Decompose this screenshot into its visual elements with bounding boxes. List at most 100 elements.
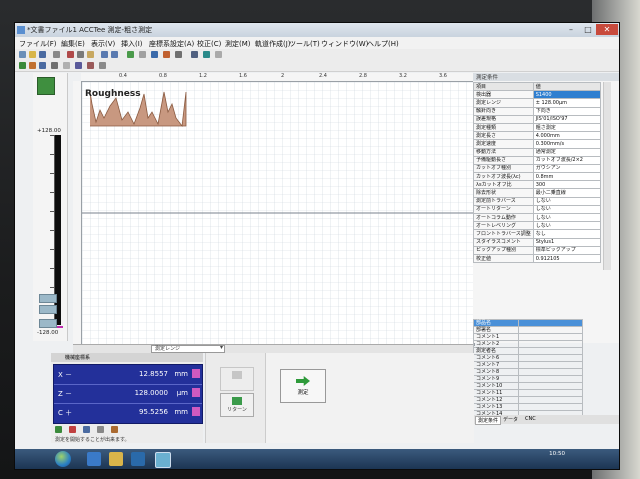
comment-value[interactable]	[518, 403, 583, 411]
tab-data[interactable]: データ	[503, 416, 518, 423]
comment-value[interactable]	[518, 333, 583, 341]
folder-icon[interactable]	[109, 452, 123, 466]
parameter-value[interactable]: カットオフ波長/2×2	[532, 155, 602, 165]
parameter-row[interactable]: 除去形状 最小二乗直線	[473, 188, 602, 198]
axis-marker[interactable]	[192, 369, 200, 378]
menu-view[interactable]: 表示(V)	[91, 39, 115, 49]
minimize-button[interactable]: –	[563, 24, 579, 35]
image-icon[interactable]	[203, 51, 210, 58]
menu-coordinate[interactable]: 座標系設定(A)	[149, 39, 194, 49]
parameter-row[interactable]: 測定速度 0.300mm/s	[473, 139, 602, 149]
comment-row[interactable]: コメント7	[473, 361, 583, 369]
menu-path[interactable]: 軌道作成(J)	[255, 39, 291, 49]
comment-row[interactable]: コメント1	[473, 333, 583, 341]
home-icon[interactable]	[111, 426, 118, 433]
parameter-value[interactable]: 300	[532, 180, 602, 190]
parameter-value[interactable]: 通常測定	[532, 147, 602, 157]
comment-value[interactable]	[518, 375, 583, 383]
select-icon[interactable]	[215, 51, 222, 58]
comment-row[interactable]: コメント6	[473, 354, 583, 362]
comment-row[interactable]: コメント11	[473, 389, 583, 397]
grid-icon[interactable]	[139, 51, 146, 58]
parameter-row[interactable]: スタイラスコメント Stylus1	[473, 237, 602, 247]
comment-row[interactable]: コメント8	[473, 368, 583, 376]
cut-icon[interactable]	[67, 51, 74, 58]
jog-icon[interactable]	[55, 426, 62, 433]
comment-row[interactable]: コメント12	[473, 396, 583, 404]
parameter-value[interactable]: ± 128.00μm	[532, 98, 602, 108]
parameter-value[interactable]: 0.8mm	[532, 172, 602, 182]
menu-insert[interactable]: 挿入(I)	[121, 39, 143, 49]
parameter-value[interactable]: 0.300mm/s	[532, 139, 602, 149]
parameter-value[interactable]: しない	[532, 221, 602, 231]
parameter-value[interactable]: 0.912105	[532, 253, 602, 264]
comment-value[interactable]	[518, 340, 583, 348]
comment-value[interactable]	[518, 396, 583, 404]
menu-edit[interactable]: 編集(E)	[61, 39, 85, 49]
menu-window[interactable]: ウィンドウ(W)	[321, 39, 368, 49]
measure-start-icon[interactable]	[19, 62, 26, 69]
parameter-row[interactable]: λsカットオフ比 300	[473, 180, 602, 190]
menu-calibration[interactable]: 校正(C)	[197, 39, 221, 49]
close-button[interactable]: ✕	[596, 24, 618, 35]
text-icon[interactable]	[191, 51, 198, 58]
parameter-row[interactable]: 測定レンジ ± 128.00μm	[473, 98, 602, 108]
column-icon[interactable]	[75, 62, 82, 69]
parameter-row[interactable]: 予備駆動長さ カットオフ波長/2×2	[473, 155, 602, 165]
measure-button[interactable]: 測定	[280, 369, 326, 403]
parameter-row[interactable]: 校正値 0.912105	[473, 253, 602, 264]
zoom-icon[interactable]	[127, 51, 134, 58]
parameter-scrollbar[interactable]	[603, 82, 611, 270]
disabled-button[interactable]	[220, 367, 254, 391]
parameter-row[interactable]: 測定前トラバース しない	[473, 196, 602, 206]
media-icon[interactable]	[131, 452, 145, 466]
level-icon[interactable]	[51, 62, 58, 69]
redo-icon[interactable]	[111, 51, 118, 58]
parameter-row[interactable]: オートリターン しない	[473, 204, 602, 215]
print-icon[interactable]	[53, 51, 60, 58]
menu-help[interactable]: ヘルプ(H)	[367, 39, 399, 49]
copy-icon[interactable]	[77, 51, 84, 58]
parameter-value[interactable]: S1400	[532, 90, 602, 100]
settings-icon[interactable]	[175, 51, 182, 58]
comment-value[interactable]	[518, 354, 583, 362]
parameter-value[interactable]: JIS'01/ISO'97	[532, 114, 602, 124]
open-folder-icon[interactable]	[29, 51, 36, 58]
speed-icon[interactable]	[97, 426, 104, 433]
comment-row[interactable]: コメント2	[473, 340, 583, 348]
parameter-value[interactable]: しない	[532, 204, 602, 215]
comment-row[interactable]: 測定者名	[473, 347, 583, 355]
maximize-button[interactable]: □	[580, 24, 596, 35]
meter-zoom-out-button[interactable]	[39, 305, 57, 314]
parameter-value[interactable]: 標準ピックアップ	[532, 245, 602, 255]
parameter-value[interactable]: しない	[532, 196, 602, 206]
parameter-row[interactable]: 誤差規格 JIS'01/ISO'97	[473, 114, 602, 124]
comment-value[interactable]	[518, 389, 583, 397]
origin-icon[interactable]	[83, 426, 90, 433]
comment-row[interactable]: コメント9	[473, 375, 583, 383]
return-button[interactable]: リターン	[220, 393, 254, 417]
parameter-row[interactable]: 移動方法 通常測定	[473, 147, 602, 157]
acctee-app-icon[interactable]	[155, 452, 171, 468]
roughness-graph[interactable]	[81, 81, 475, 346]
move-icon[interactable]	[39, 62, 46, 69]
table-icon[interactable]	[63, 62, 70, 69]
meter-zoom-in-button[interactable]	[39, 294, 57, 303]
tab-conditions[interactable]: 測定条件	[475, 416, 502, 425]
parameter-row[interactable]: カットオフ波長(λc) 0.8mm	[473, 172, 602, 182]
parameter-value[interactable]: Stylus1	[532, 237, 602, 247]
parameter-row[interactable]: オートレベリング しない	[473, 221, 602, 231]
browser-icon[interactable]	[87, 452, 101, 466]
axis-marker[interactable]	[192, 407, 200, 416]
parameter-row[interactable]: 触針向き 下向き	[473, 106, 602, 116]
parameter-value[interactable]: しない	[532, 212, 602, 223]
parameter-row[interactable]: カットオフ種別 ガウシアン	[473, 163, 602, 174]
parameter-value[interactable]: 粗さ測定	[532, 122, 602, 133]
stop-icon[interactable]	[29, 62, 36, 69]
parameter-value[interactable]: 最小二乗直線	[532, 188, 602, 198]
menu-file[interactable]: ファイル(F)	[19, 39, 57, 49]
chart-icon[interactable]	[163, 51, 170, 58]
parameter-row[interactable]: ピックアップ種別 標準ピックアップ	[473, 245, 602, 255]
cursor-icon[interactable]	[151, 51, 158, 58]
axis-marker[interactable]	[192, 388, 200, 397]
